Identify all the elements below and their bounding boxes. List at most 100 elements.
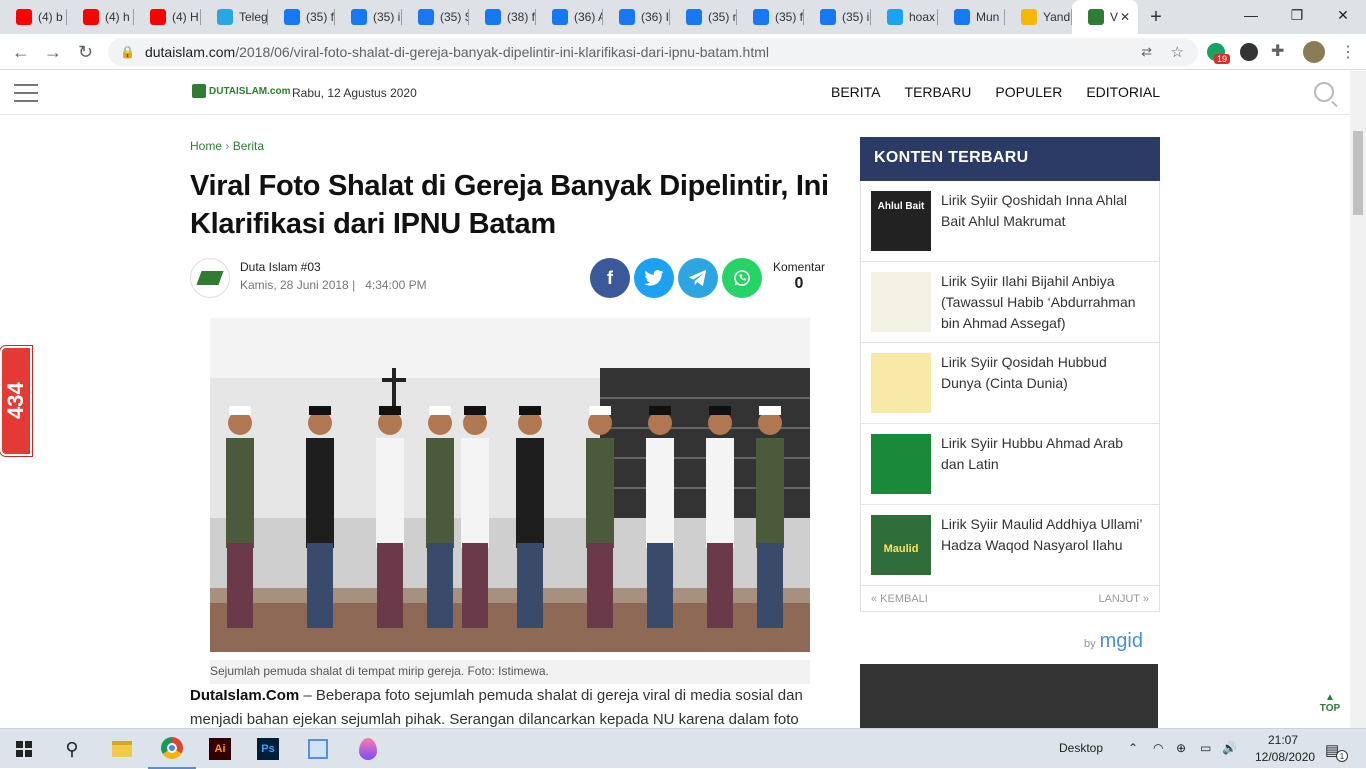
close-window-button[interactable]: ✕ — [1320, 0, 1366, 30]
back-to-top-button[interactable]: ▲ TOP — [1318, 692, 1342, 714]
volume-icon[interactable]: 🔊 — [1222, 741, 1237, 755]
extensions-puzzle-icon[interactable]: ✚ — [1271, 41, 1284, 61]
facebook-icon — [485, 9, 501, 25]
browser-tab[interactable]: V ✕ — [1072, 0, 1138, 34]
search-icon[interactable]: ⚲ — [48, 729, 96, 769]
share-telegram-button[interactable] — [678, 258, 718, 298]
wifi-icon[interactable]: ◠ — [1153, 741, 1163, 755]
share-facebook-button[interactable]: f — [590, 258, 630, 298]
sidebar-item[interactable]: Lirik Syiir Ilahi Bijahil Anbiya (Tawass… — [860, 262, 1160, 343]
scrollbar-thumb[interactable] — [1353, 131, 1363, 215]
url-bar[interactable]: 🔒 dutaislam.com/2018/06/viral-foto-shala… — [108, 38, 1198, 66]
close-tab-icon[interactable]: ✕ — [1120, 10, 1130, 24]
menu-populer[interactable]: POPULER — [995, 84, 1062, 100]
browser-tab[interactable]: (35) i — [335, 0, 402, 34]
mgid-logo[interactable]: by mgid — [1084, 630, 1143, 653]
browser-menu-icon[interactable]: ⋮ — [1340, 42, 1356, 62]
forward-icon[interactable]: → — [44, 42, 62, 63]
browser-tab[interactable]: (36) I — [603, 0, 670, 34]
comment-count[interactable]: Komentar 0 — [772, 260, 826, 293]
menu-berita[interactable]: BERITA — [831, 84, 881, 100]
battery-icon[interactable]: ▭ — [1200, 741, 1211, 755]
twitter-icon — [644, 270, 664, 286]
browser-tab[interactable]: (35) f — [737, 0, 804, 34]
facebook-icon — [686, 9, 702, 25]
browser-tab[interactable]: (35) i — [804, 0, 871, 34]
browser-tab-label: (35) S — [440, 10, 468, 24]
sidebar-item[interactable]: Lirik Syiir Hubbu Ahmad Arab dan Latin — [860, 424, 1160, 505]
sidebar-item[interactable]: Lirik Syiir Qosidah Hubbud Dunya (Cinta … — [860, 343, 1160, 424]
sidebar-item[interactable]: Maulid Lirik Syiir Maulid Addhiya Ullami… — [860, 505, 1160, 586]
browser-tab-label: (38) f — [507, 10, 535, 24]
facebook-icon — [954, 9, 970, 25]
sidebar-thumbnail: Ahlul Bait — [871, 191, 931, 251]
file-explorer-icon[interactable] — [98, 729, 146, 769]
illustrator-icon[interactable]: Ai — [196, 729, 244, 769]
page-scrollbar[interactable] — [1350, 71, 1366, 728]
site-logo[interactable]: DUTAISLAM.com — [192, 84, 290, 98]
browser-tab-label: Teleg — [239, 10, 267, 24]
bookmark-star-icon[interactable]: ☆ — [1171, 43, 1184, 61]
minimize-button[interactable]: — — [1228, 0, 1274, 30]
network-icon[interactable]: ⊕ — [1176, 741, 1186, 755]
photoshop-icon[interactable]: Ps — [244, 729, 292, 769]
share-whatsapp-button[interactable] — [722, 258, 762, 298]
hamburger-menu-icon[interactable] — [14, 84, 38, 108]
browser-tab-label: Yand — [1043, 10, 1071, 24]
author-avatar[interactable] — [190, 258, 230, 298]
system-clock[interactable]: 21:07 12/08/2020 — [1255, 732, 1315, 766]
sidebar-prev-link[interactable]: « KEMBALI — [871, 593, 928, 605]
windows-start-icon[interactable] — [0, 729, 48, 769]
facebook-icon: f — [607, 267, 613, 288]
translate-icon[interactable]: ⇄ — [1141, 44, 1152, 60]
menu-editorial[interactable]: EDITORIAL — [1086, 84, 1160, 100]
photos-app-icon[interactable] — [294, 729, 342, 769]
browser-tab[interactable]: (38) f — [469, 0, 536, 34]
floating-share-badge[interactable]: 434 — [0, 346, 32, 456]
youtube-icon — [150, 9, 166, 25]
search-icon[interactable] — [1314, 82, 1334, 102]
browser-tab[interactable]: (35) S — [402, 0, 469, 34]
browser-tab[interactable]: (4) H — [134, 0, 201, 34]
desktop-toolbar-label[interactable]: Desktop — [1059, 741, 1103, 755]
author-name[interactable]: Duta Islam #03 — [240, 260, 321, 274]
browser-tab-label: (35) i — [842, 10, 870, 24]
telegram-icon — [689, 269, 707, 287]
browser-tab-label: (4) h — [105, 10, 130, 24]
notification-count: 1 — [1336, 750, 1348, 762]
sidebar-ad[interactable] — [860, 664, 1158, 728]
browser-tab[interactable]: hoax — [871, 0, 938, 34]
youtube-icon — [83, 9, 99, 25]
site-header: DUTAISLAM.com Rabu, 12 Agustus 2020 BERI… — [0, 71, 1350, 115]
new-tab-button[interactable]: + — [1138, 0, 1174, 34]
extension-download-icon[interactable] — [1240, 43, 1258, 61]
facebook-icon — [351, 9, 367, 25]
browser-tab[interactable]: Teleg — [201, 0, 268, 34]
back-icon[interactable]: ← — [12, 42, 30, 63]
browser-tab[interactable]: (36) A — [536, 0, 603, 34]
breadcrumb-category[interactable]: Berita — [233, 139, 264, 153]
maximize-button[interactable]: ❐ — [1274, 0, 1320, 30]
sidebar-item[interactable]: Ahlul Bait Lirik Syiir Qoshidah Inna Ahl… — [860, 181, 1160, 262]
browser-tab[interactable]: Mun — [938, 0, 1005, 34]
profile-avatar[interactable] — [1303, 41, 1325, 63]
browser-tab-label: (35) f — [775, 10, 803, 24]
share-twitter-button[interactable] — [634, 258, 674, 298]
facebook-icon — [418, 9, 434, 25]
browser-tab[interactable]: (4) b — [0, 0, 67, 34]
reload-icon[interactable]: ↻ — [78, 42, 93, 63]
browser-tab[interactable]: (35) r — [670, 0, 737, 34]
browser-tab-label: (4) H — [172, 10, 199, 24]
page-content: Home › Berita Viral Foto Shalat di Gerej… — [0, 116, 1350, 728]
breadcrumb-home[interactable]: Home — [190, 139, 222, 153]
browser-tab-label: (35) r — [708, 10, 736, 24]
windows-taskbar: ⚲ Ai Ps Desktop ⌃ ◠ ⊕ ▭ 🔊 21:07 12/08/202… — [0, 728, 1366, 769]
browser-tab[interactable]: (35) f — [268, 0, 335, 34]
paint-3d-icon[interactable] — [344, 729, 392, 769]
browser-tab[interactable]: (4) h — [67, 0, 134, 34]
chrome-icon[interactable] — [148, 729, 196, 769]
sidebar-next-link[interactable]: LANJUT » — [1098, 593, 1149, 605]
browser-tab[interactable]: Yand — [1005, 0, 1072, 34]
chevron-up-icon[interactable]: ⌃ — [1128, 741, 1138, 755]
menu-terbaru[interactable]: TERBARU — [905, 84, 972, 100]
